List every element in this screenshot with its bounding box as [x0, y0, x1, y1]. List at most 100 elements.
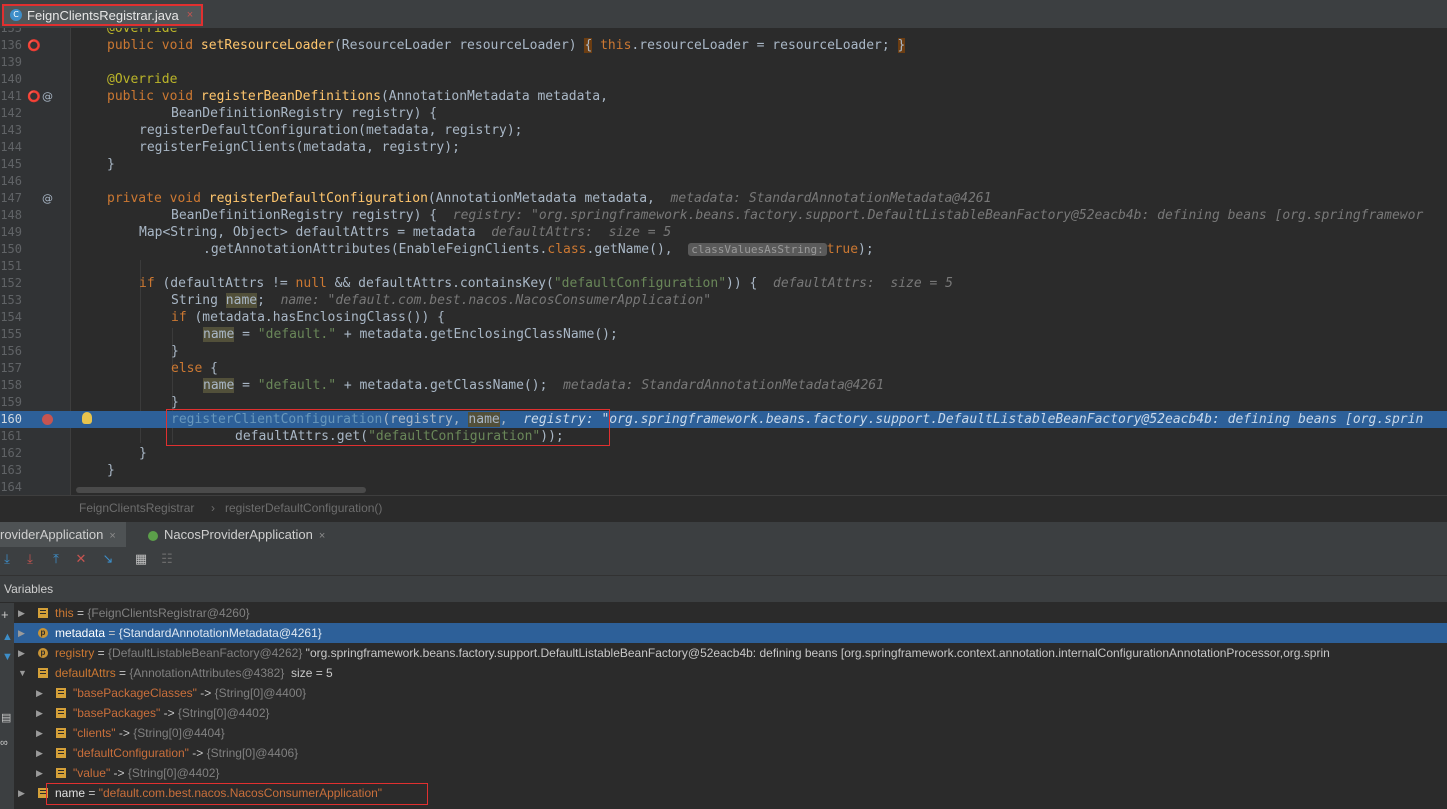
variables-side-toolbar: + ▲ ▼ ▤ ∞	[0, 603, 14, 809]
expand-arrow-icon[interactable]: ▶	[36, 723, 43, 743]
glasses-icon[interactable]: ∞	[0, 737, 8, 749]
field-icon	[38, 668, 48, 678]
arrow-down-icon[interactable]: ▼	[2, 651, 13, 663]
code-line-152[interactable]: 152 if (defaultAttrs != null && defaultAt…	[0, 275, 1447, 292]
code-line-163[interactable]: 163}	[0, 462, 1447, 479]
annotation-icon: @	[42, 192, 53, 205]
parameter-hint: classValuesAsString:	[688, 243, 827, 256]
code-line-139[interactable]: 139	[0, 54, 1447, 71]
expand-arrow-icon[interactable]: ▶	[18, 603, 25, 623]
code-line-141[interactable]: 141 ⭕ @ public void registerBeanDefinitions…	[0, 88, 1447, 105]
breadcrumb-separator: ›	[211, 501, 215, 515]
expand-arrow-icon[interactable]: ▶	[18, 783, 25, 803]
variables-header: Variables	[0, 576, 1447, 602]
copy-icon[interactable]: ▤	[1, 711, 11, 724]
field-icon	[38, 608, 48, 618]
editor-tab-feignclientsregistrar[interactable]: C FeignClientsRegistrar.java ×	[2, 4, 204, 26]
breadcrumb: FeignClientsRegistrar › registerDefaultC…	[0, 495, 1447, 521]
debug-tab-bar: roviderApplication × NacosProviderApplica…	[0, 521, 1447, 548]
code-line-159[interactable]: 159}	[0, 394, 1447, 411]
code-line-142[interactable]: 142 BeanDefinitionRegistry registry) {	[0, 105, 1447, 122]
implements-method-icon[interactable]: ⭕	[27, 88, 41, 105]
evaluate-expression-icon[interactable]: ▦	[134, 553, 148, 567]
code-line-140[interactable]: 140 @Override	[0, 71, 1447, 88]
trace-stream-icon[interactable]: ☷	[160, 553, 174, 567]
code-line-136[interactable]: 136 ⭕ public void setResourceLoader(Resour…	[0, 37, 1447, 54]
variable-name[interactable]: ▶ name = "default.com.best.nacos.NacosCon…	[14, 783, 1447, 803]
code-line-148[interactable]: 148 BeanDefinitionRegistry registry) { re…	[0, 207, 1447, 224]
parameter-icon: p	[38, 628, 48, 638]
breakpoint-icon[interactable]	[42, 414, 53, 425]
map-entry[interactable]: ▶ "clients" -> {String[0]@4404}	[14, 723, 1447, 743]
debug-app-icon	[148, 530, 158, 541]
inline-debug-hint: registry: "org.springframework.beans.fac…	[452, 208, 1424, 223]
field-icon	[56, 708, 66, 718]
variable-this[interactable]: ▶ this = {FeignClientsRegistrar@4260}	[14, 603, 1447, 623]
inline-debug-hint: defaultAttrs: size = 5	[491, 225, 672, 240]
code-line-150[interactable]: 150 .getAnnotationAttributes(EnableFeignC…	[0, 241, 1447, 258]
step-into-icon[interactable]: ⤓	[23, 553, 37, 567]
implements-method-icon[interactable]: ⭕	[27, 37, 41, 54]
variable-registry[interactable]: ▶ p registry = {DefaultListableBeanFactory…	[14, 643, 1447, 663]
code-line-151[interactable]: 151	[0, 258, 1447, 275]
map-entry[interactable]: ▶ "defaultConfiguration" -> {String[0]@44…	[14, 743, 1447, 763]
expand-arrow-icon[interactable]: ▶	[36, 683, 43, 703]
code-line-154[interactable]: 154 if (metadata.hasEnclosingClass()) {	[0, 309, 1447, 326]
close-tab-icon[interactable]: ×	[319, 530, 325, 542]
field-icon	[56, 688, 66, 698]
expand-arrow-icon[interactable]: ▶	[36, 703, 43, 723]
field-icon	[38, 788, 48, 798]
code-line-162[interactable]: 162}	[0, 445, 1447, 462]
code-line-157[interactable]: 157 else {	[0, 360, 1447, 377]
variables-tree[interactable]: ▶ this = {FeignClientsRegistrar@4260} ▶ p m…	[14, 603, 1447, 809]
expand-arrow-icon[interactable]: ▶	[18, 623, 25, 643]
code-line-155[interactable]: 155 name = "default." + metadata.getEnclo…	[0, 326, 1447, 343]
map-entry[interactable]: ▶ "basePackageClasses" -> {String[0]@4400…	[14, 683, 1447, 703]
inline-debug-hint: defaultAttrs: size = 5	[773, 276, 954, 291]
code-line-161[interactable]: 161 defaultAttrs.get("defaultConfiguratio…	[0, 428, 1447, 445]
code-line-153[interactable]: 153 String name; name: "default.com.best.…	[0, 292, 1447, 309]
close-tab-icon[interactable]: ×	[187, 9, 193, 21]
field-icon	[56, 728, 66, 738]
breadcrumb-class[interactable]: FeignClientsRegistrar	[79, 496, 194, 521]
inline-debug-hint: metadata: StandardAnnotationMetadata@426…	[563, 378, 884, 393]
variable-defaultattrs[interactable]: ▼ defaultAttrs = {AnnotationAttributes@43…	[14, 663, 1447, 683]
field-icon	[56, 768, 66, 778]
close-tab-icon[interactable]: ×	[109, 530, 115, 542]
expand-arrow-icon[interactable]: ▶	[36, 763, 43, 783]
code-line-144[interactable]: 144 registerFeignClients(metadata, regist…	[0, 139, 1447, 156]
code-line-156[interactable]: 156}	[0, 343, 1447, 360]
arrow-up-icon[interactable]: ▲	[2, 631, 13, 643]
add-watch-icon[interactable]: +	[1, 607, 9, 622]
inline-debug-hint: name: "default.com.best.nacos.NacosConsu…	[280, 293, 712, 308]
debug-tab-provider[interactable]: NacosProviderApplication ×	[146, 522, 331, 548]
breadcrumb-method[interactable]: registerDefaultConfiguration()	[225, 496, 382, 521]
code-line-145[interactable]: 145}	[0, 156, 1447, 173]
code-editor[interactable]: 135 @Override 136 ⭕ public void setResource…	[0, 28, 1447, 495]
step-out-icon[interactable]: ⤒	[49, 553, 63, 567]
code-line-135[interactable]: 135 @Override	[0, 28, 1447, 37]
debug-toolbar: ⤓ ⤓ ⤒ ✕ ↘ ▦ ☷	[0, 547, 1447, 576]
drop-frame-icon[interactable]: ✕	[74, 553, 88, 567]
java-class-icon: C	[10, 9, 22, 21]
debug-tab-consumer[interactable]: roviderApplication ×	[0, 522, 126, 548]
code-line-158[interactable]: 158 name = "default." + metadata.getClass…	[0, 377, 1447, 394]
variable-metadata[interactable]: ▶ p metadata = {StandardAnnotationMetadata…	[14, 623, 1447, 643]
code-line-146[interactable]: 146	[0, 173, 1447, 190]
code-line-160-current[interactable]: 160 registerClientConfiguration(registry,…	[0, 411, 1447, 428]
run-to-cursor-icon[interactable]: ↘	[101, 553, 115, 567]
step-over-icon[interactable]: ⤓	[0, 553, 14, 567]
collapse-arrow-icon[interactable]: ▼	[18, 663, 27, 683]
horizontal-scrollbar[interactable]	[76, 487, 366, 493]
expand-arrow-icon[interactable]: ▶	[18, 643, 25, 663]
map-entry[interactable]: ▶ "value" -> {String[0]@4402}	[14, 763, 1447, 783]
code-line-143[interactable]: 143 registerDefaultConfiguration(metadata…	[0, 122, 1447, 139]
inline-debug-hint: metadata: StandardAnnotationMetadata@426…	[670, 191, 992, 206]
editor-tab-label: FeignClientsRegistrar.java	[27, 7, 179, 23]
map-entry[interactable]: ▶ "basePackages" -> {String[0]@4402}	[14, 703, 1447, 723]
editor-tab-bar: C FeignClientsRegistrar.java ×	[0, 0, 1447, 29]
code-line-147[interactable]: 147 @ private void registerDefaultConfigur…	[0, 190, 1447, 207]
code-line-149[interactable]: 149 Map<String, Object> defaultAttrs = me…	[0, 224, 1447, 241]
lightbulb-icon[interactable]	[82, 412, 92, 424]
expand-arrow-icon[interactable]: ▶	[36, 743, 43, 763]
